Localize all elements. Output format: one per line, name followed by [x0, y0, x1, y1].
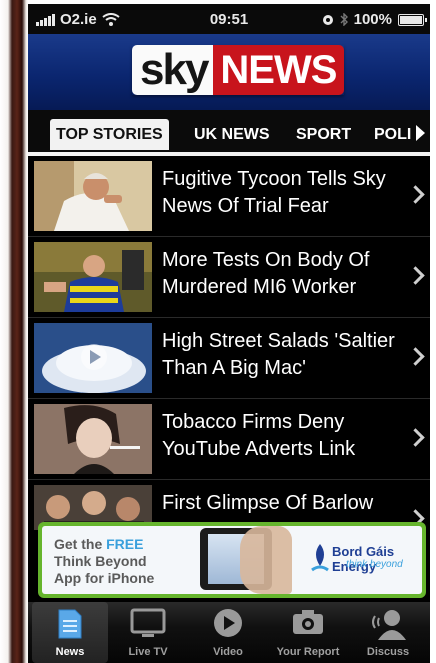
- advert-text: Get the FREE Think Beyond App for iPhone: [54, 536, 154, 587]
- chevron-right-icon: [406, 266, 425, 285]
- camera-icon: [293, 610, 323, 634]
- chevron-right-icon: [406, 428, 425, 447]
- tab-bar-label: Video: [213, 646, 243, 658]
- status-bar: O2.ie 09:51 100%: [28, 4, 430, 34]
- bluetooth-icon: [340, 13, 348, 26]
- device-frame-edge-right: [430, 0, 436, 663]
- advert-line3: App for iPhone: [54, 570, 155, 586]
- story-item[interactable]: Fugitive Tycoon Tells Sky News Of Trial …: [28, 156, 430, 237]
- story-title: Fugitive Tycoon Tells Sky News Of Trial …: [162, 168, 386, 217]
- tab-bar-label: Discuss: [366, 646, 410, 658]
- orientation-lock-icon: [322, 14, 333, 25]
- phone-screen: O2.ie 09:51 100% sky NEWS TOP STORIES UK…: [28, 4, 430, 663]
- advert-tagline: think beyond: [346, 559, 403, 570]
- tab-uk-news[interactable]: UK NEWS: [194, 119, 270, 150]
- tab-politics[interactable]: POLI: [374, 119, 411, 150]
- story-thumbnail: [34, 323, 152, 393]
- tab-bar-discuss[interactable]: Discuss: [350, 602, 426, 663]
- tabs-scroll-right-icon[interactable]: [416, 125, 425, 141]
- chevron-right-icon: [406, 185, 425, 204]
- sky-news-logo: sky NEWS: [132, 45, 345, 95]
- news-icon: [58, 609, 82, 639]
- tab-bar-label: Live TV: [128, 646, 168, 658]
- battery-icon: [398, 13, 427, 26]
- story-list: Fugitive Tycoon Tells Sky News Of Trial …: [28, 156, 430, 530]
- app-header: sky NEWS: [28, 34, 430, 110]
- logo-news-text: NEWS: [213, 45, 345, 95]
- tab-bar-video[interactable]: Video: [190, 602, 266, 663]
- advert-line2: Think Beyond: [54, 553, 147, 569]
- play-icon: [214, 609, 242, 637]
- battery-percent: 100%: [353, 11, 392, 28]
- advert-hand-image: [240, 526, 292, 594]
- tab-sport[interactable]: SPORT: [296, 119, 351, 150]
- story-item[interactable]: High Street Salads 'Saltier Than A Big M…: [28, 318, 430, 399]
- tab-bar-live-tv[interactable]: Live TV: [110, 602, 186, 663]
- story-item[interactable]: Tobacco Firms Deny YouTube Adverts Link: [28, 399, 430, 480]
- category-tabs: TOP STORIES UK NEWS SPORT POLI: [28, 110, 430, 154]
- story-title: Tobacco Firms Deny YouTube Adverts Link: [162, 411, 356, 460]
- story-title: First Glimpse Of Barlow: [162, 492, 374, 514]
- story-thumbnail: [34, 242, 152, 312]
- advert-line1-prefix: Get the: [54, 536, 107, 552]
- story-thumbnail: [34, 404, 152, 474]
- story-title: High Street Salads 'Saltier Than A Big M…: [162, 330, 395, 379]
- story-item[interactable]: More Tests On Body Of Murdered MI6 Worke…: [28, 237, 430, 318]
- discuss-icon: [372, 610, 406, 640]
- bord-gais-logo-icon: [311, 544, 329, 572]
- bottom-tab-bar: News Live TV Video Your Report Discuss: [28, 602, 430, 663]
- story-thumbnail: [34, 161, 152, 231]
- tab-bar-label: News: [55, 646, 85, 658]
- logo-sky-text: sky: [132, 45, 214, 95]
- tab-bar-your-report[interactable]: Your Report: [270, 602, 346, 663]
- device-frame-edge: [0, 0, 28, 663]
- story-title: More Tests On Body Of Murdered MI6 Worke…: [162, 249, 370, 298]
- tv-icon: [130, 608, 166, 637]
- tab-bar-news[interactable]: News: [32, 602, 108, 663]
- tab-bar-label: Your Report: [276, 646, 340, 658]
- advert-free-label: FREE: [106, 536, 144, 552]
- chevron-right-icon: [406, 347, 425, 366]
- tab-top-stories[interactable]: TOP STORIES: [50, 119, 169, 150]
- advert-banner[interactable]: Get the FREE Think Beyond App for iPhone…: [38, 522, 426, 598]
